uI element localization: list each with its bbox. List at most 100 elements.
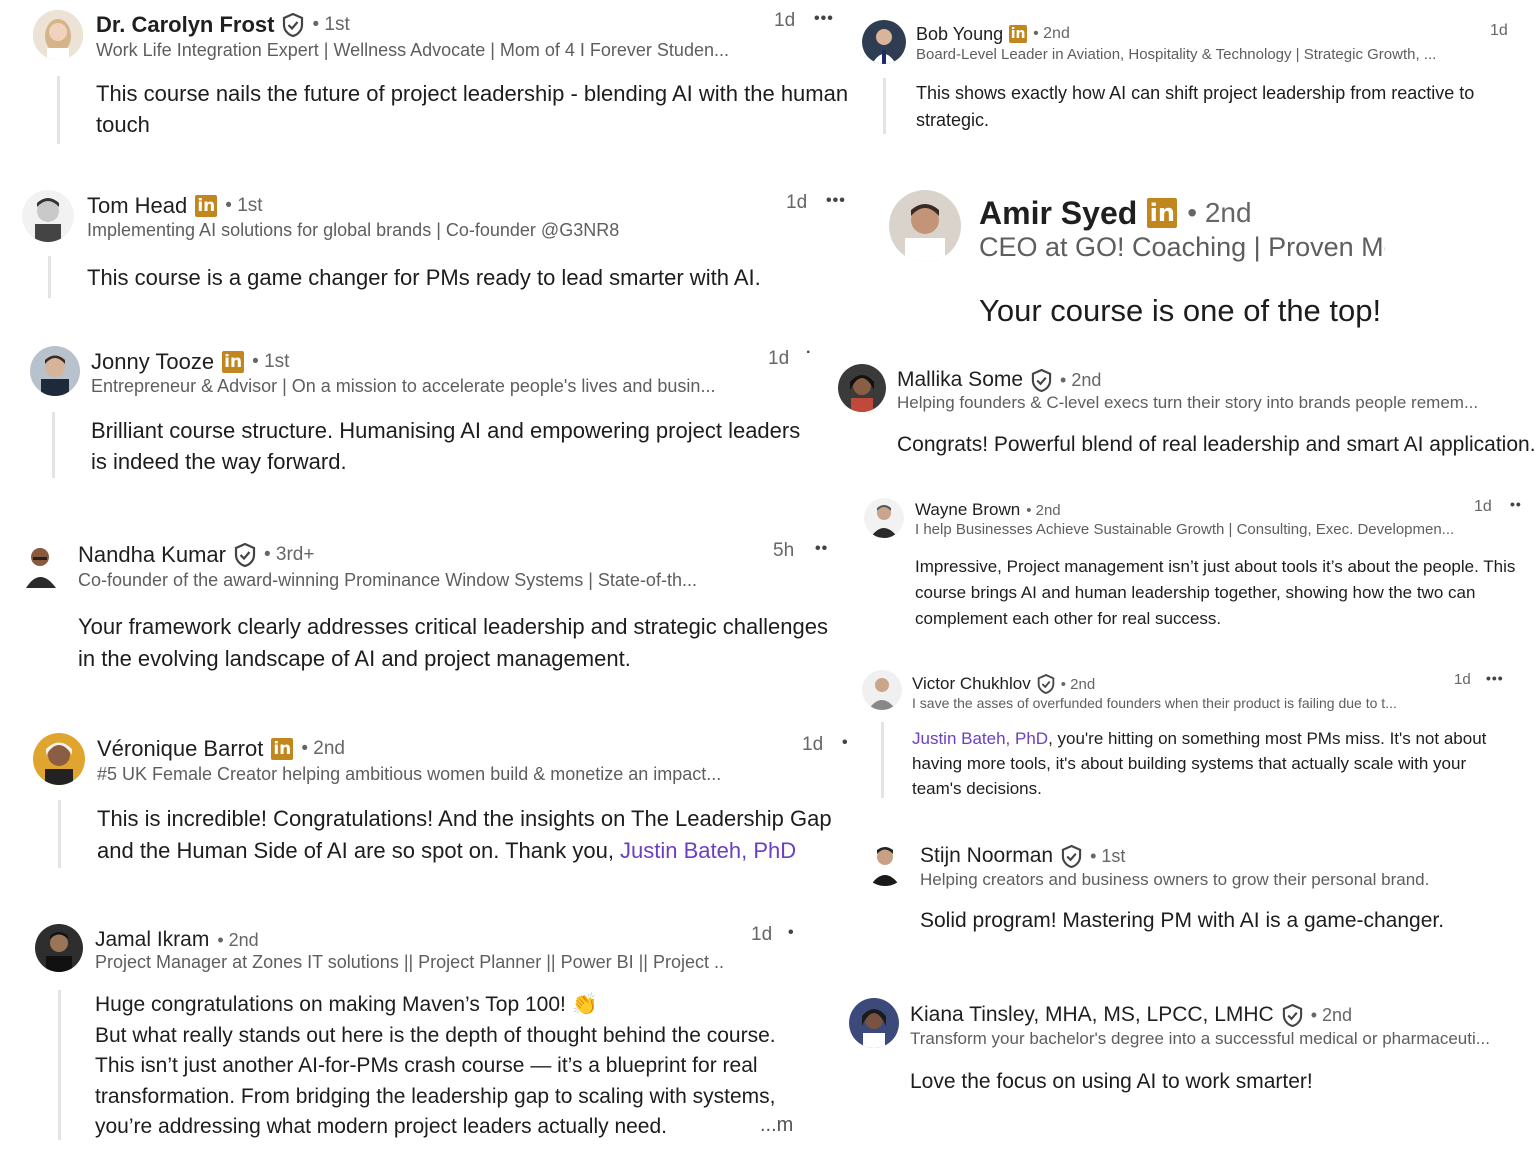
avatar[interactable] [862, 670, 902, 710]
comment-text: This shows exactly how AI can shift proj… [916, 83, 1475, 130]
avatar[interactable] [864, 498, 904, 538]
thread-line [881, 722, 884, 798]
more-options-button[interactable]: ••• [826, 192, 846, 210]
more-options-button[interactable]: •• [1510, 496, 1522, 512]
author-headline: Project Manager at Zones IT solutions ||… [95, 952, 725, 972]
comment-text: This course is a game changer for PMs re… [87, 265, 761, 290]
timestamp: 1d [1474, 498, 1492, 515]
comment-text: This is incredible! Congratulations! And… [97, 803, 857, 867]
author-headline: Work Life Integration Expert | Wellness … [96, 40, 729, 60]
author-name[interactable]: Jonny Tooze [91, 349, 214, 375]
verified-shield-icon [1282, 1003, 1303, 1027]
mention-link[interactable]: Justin Bateh, PhD [912, 729, 1048, 748]
author-headline: Board-Level Leader in Aviation, Hospital… [916, 46, 1437, 63]
author-name[interactable]: Nandha Kumar [78, 542, 226, 568]
linkedin-icon: in [222, 351, 245, 373]
connection-degree: • 1st [1090, 845, 1126, 866]
timestamp: 1d [1454, 671, 1471, 688]
connection-degree: • 2nd [1060, 675, 1096, 693]
comment-text: Congrats! Powerful blend of real leaders… [897, 433, 1536, 456]
author-headline: CEO at GO! Coaching | Proven Met [979, 232, 1385, 262]
verified-shield-icon [234, 543, 256, 567]
connection-degree: • 2nd [1187, 197, 1252, 228]
comment-line: But what really stands out here is the d… [95, 1023, 776, 1047]
avatar[interactable] [30, 346, 80, 396]
author-headline: #5 UK Female Creator helping ambitious w… [97, 764, 722, 784]
avatar[interactable] [838, 364, 886, 412]
author-headline: Helping founders & C-level execs turn th… [897, 393, 1479, 412]
more-options-button[interactable]: ••• [1486, 670, 1504, 686]
linkedin-icon: in [1147, 198, 1178, 228]
author-name[interactable]: Kiana Tinsley, MHA, MS, LPCC, LMHC [910, 1003, 1274, 1027]
author-headline: Helping creators and business owners to … [920, 870, 1430, 889]
author-headline: I save the asses of overfunded founders … [912, 695, 1397, 711]
avatar[interactable] [862, 20, 906, 64]
linkedin-icon: in [271, 738, 294, 760]
author-name[interactable]: Victor Chukhlov [912, 674, 1031, 694]
author-name[interactable]: Mallika Some [897, 368, 1023, 392]
more-options-button[interactable]: ••• [814, 10, 834, 28]
comment-text: Impressive, Project management isn’t jus… [915, 557, 1516, 628]
connection-degree: • 2nd [1033, 25, 1070, 42]
avatar[interactable] [18, 540, 64, 588]
connection-degree: • 2nd [1060, 369, 1102, 390]
comment-line: you’re addressing what modern project le… [95, 1115, 667, 1138]
avatar[interactable] [33, 733, 85, 785]
avatar[interactable] [862, 840, 908, 886]
comment-text: Your course is one of the top! [979, 293, 1382, 328]
comment-text: Love the focus on using AI to work smart… [910, 1070, 1313, 1093]
more-options-button[interactable]: • [842, 734, 849, 752]
thread-line [48, 256, 51, 298]
avatar[interactable] [889, 190, 961, 262]
author-name[interactable]: Wayne Brown [915, 500, 1020, 520]
thread-line [57, 76, 60, 144]
author-headline: Entrepreneur & Advisor | On a mission to… [91, 376, 716, 396]
author-name[interactable]: Stijn Noorman [920, 844, 1053, 868]
comment-text: Justin Bateh, PhD, you're hitting on som… [912, 726, 1512, 801]
verified-shield-icon [1061, 844, 1082, 868]
author-name[interactable]: Amir Syed [979, 195, 1137, 232]
comment-line: Huge congratulations on making Maven’s T… [95, 993, 598, 1016]
comment-text: This course nails the future of project … [96, 81, 849, 137]
author-headline: Implementing AI solutions for global bra… [87, 220, 620, 240]
author-name[interactable]: Tom Head [87, 193, 187, 219]
connection-degree: • 1st [252, 351, 290, 372]
avatar[interactable] [22, 190, 74, 242]
more-options-button[interactable]: · [806, 344, 812, 362]
author-name[interactable]: Jamal Ikram [95, 928, 209, 952]
comment-text: Brilliant course structure. Humanising A… [91, 418, 801, 474]
comment-text: Solid program! Mastering PM with AI is a… [920, 909, 1445, 932]
verified-shield-icon [282, 13, 304, 37]
comment-text: Huge congratulations on making Maven’s T… [95, 990, 795, 1143]
see-more-link[interactable]: ...m [760, 1114, 793, 1137]
comment-line: This isn’t just another AI-for-PMs crash… [95, 1054, 758, 1077]
timestamp: 1d [802, 734, 824, 755]
author-name[interactable]: Dr. Carolyn Frost [96, 12, 274, 38]
connection-degree: • 2nd [1026, 501, 1061, 519]
avatar[interactable] [35, 924, 83, 972]
connection-degree: • 1st [225, 195, 263, 216]
linkedin-icon: in [1009, 25, 1028, 43]
connection-degree: • 2nd [217, 929, 259, 950]
timestamp: 1d [786, 192, 808, 213]
more-options-button[interactable]: •• [815, 540, 828, 558]
timestamp: 1d [751, 924, 773, 945]
connection-degree: • 2nd [1310, 1004, 1353, 1025]
author-name[interactable]: Véronique Barrot [97, 736, 263, 762]
mention-link[interactable]: Justin Bateh, PhD [620, 838, 796, 863]
author-name[interactable]: Bob Young [916, 24, 1003, 45]
author-headline: Co-founder of the award-winning Prominan… [78, 570, 697, 590]
timestamp: 1d [774, 10, 796, 31]
connection-degree: • 3rd+ [263, 544, 315, 565]
author-headline: I help Businesses Achieve Sustainable Gr… [915, 521, 1455, 538]
thread-line [58, 990, 61, 1140]
connection-degree: • 1st [312, 14, 350, 35]
avatar[interactable] [33, 10, 83, 60]
thread-line [52, 412, 55, 478]
more-options-button[interactable]: • [788, 924, 795, 942]
timestamp: 5h [773, 540, 795, 561]
avatar[interactable] [849, 998, 899, 1048]
verified-shield-icon [1037, 674, 1055, 694]
timestamp: 1d [768, 348, 790, 369]
thread-line [58, 800, 61, 868]
